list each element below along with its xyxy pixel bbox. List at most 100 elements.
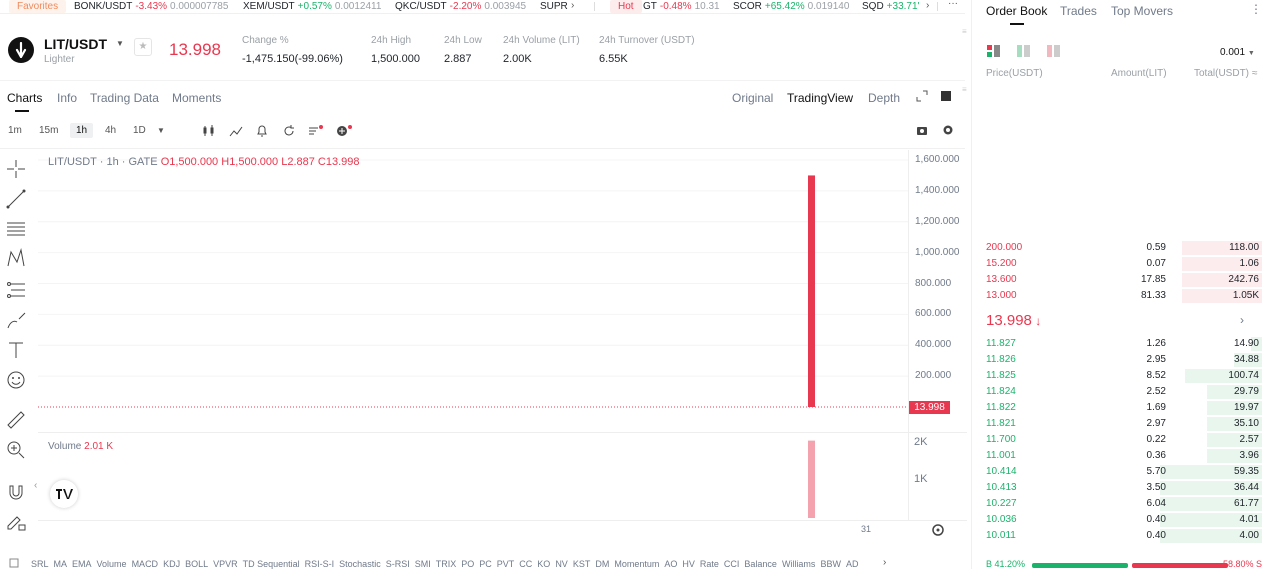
indicator-item[interactable]: Balance — [744, 559, 777, 569]
emoji-icon[interactable] — [5, 369, 27, 391]
indicator-item[interactable]: HV — [682, 559, 695, 569]
indicator-item[interactable]: NV — [555, 559, 568, 569]
fib-icon[interactable] — [5, 279, 27, 301]
bid-row[interactable]: 11.821 2.97 35.10 — [986, 416, 1262, 432]
indicator-item[interactable]: Williams — [782, 559, 816, 569]
candle-type-icon[interactable] — [202, 124, 216, 141]
indicator-item[interactable]: VPVR — [213, 559, 238, 569]
ticker-item[interactable]: SUPR — [540, 1, 571, 13]
expand-icon[interactable] — [916, 90, 928, 105]
templates-icon[interactable] — [308, 124, 324, 141]
tab-moments[interactable]: Moments — [172, 91, 221, 105]
chevron-right-icon[interactable]: › — [926, 0, 929, 11]
pair-symbol[interactable]: LIT/USDT — [44, 36, 107, 52]
indicator-item[interactable]: DM — [595, 559, 609, 569]
candle[interactable] — [808, 175, 815, 407]
indicator-menu-icon[interactable] — [9, 558, 19, 569]
ask-row[interactable]: 13.000 81.33 1.05K — [986, 288, 1262, 304]
chevron-right-icon[interactable]: › — [1240, 313, 1244, 327]
indicator-item[interactable]: PC — [479, 559, 492, 569]
ticker-item[interactable]: XEM/USDT +0.57% 0.0012411 — [243, 1, 381, 13]
ask-row[interactable]: 13.600 17.85 242.76 — [986, 272, 1262, 288]
hot-tab[interactable]: Hot — [610, 0, 642, 13]
lock-drawing-icon[interactable] — [5, 511, 27, 533]
bid-row[interactable]: 11.822 1.69 19.97 — [986, 400, 1262, 416]
pane-divider[interactable] — [38, 432, 967, 433]
indicator-item[interactable]: Momentum — [614, 559, 659, 569]
ruler-icon[interactable] — [5, 409, 27, 431]
indicator-item[interactable]: SRL — [31, 559, 49, 569]
indicator-item[interactable]: Rate — [700, 559, 719, 569]
indicator-item[interactable]: PVT — [497, 559, 515, 569]
bid-row[interactable]: 10.011 0.40 4.00 — [986, 528, 1262, 544]
gear-icon[interactable] — [931, 523, 945, 540]
indicator-item[interactable]: BOLL — [185, 559, 208, 569]
indicator-item[interactable]: CCI — [724, 559, 740, 569]
tab-order-book[interactable]: Order Book — [986, 4, 1047, 18]
indicator-item[interactable]: MACD — [132, 559, 159, 569]
bid-row[interactable]: 11.001 0.36 3.96 — [986, 448, 1262, 464]
precision-select[interactable]: 0.001 ▼ — [1220, 47, 1255, 58]
asks-only-icon[interactable] — [1047, 45, 1061, 57]
favorites-tab[interactable]: Favorites — [9, 0, 67, 13]
horizontal-lines-icon[interactable] — [5, 218, 27, 240]
indicator-item[interactable]: TD Sequential — [243, 559, 300, 569]
volume-bar[interactable] — [808, 440, 815, 518]
text-icon[interactable] — [5, 339, 27, 361]
bid-row[interactable]: 10.036 0.40 4.01 — [986, 512, 1262, 528]
interval-1h[interactable]: 1h — [70, 123, 94, 138]
ticker-item[interactable]: SCOR +65.42% 0.019140 — [733, 1, 849, 13]
bid-row[interactable]: 11.700 0.22 2.57 — [986, 432, 1262, 448]
settings-add-icon[interactable] — [335, 123, 353, 142]
indicator-item[interactable]: MA — [54, 559, 68, 569]
indicator-item[interactable]: S-RSI — [386, 559, 410, 569]
gear-icon[interactable] — [942, 124, 954, 139]
indicator-item[interactable]: TRIX — [436, 559, 457, 569]
tab-trades[interactable]: Trades — [1060, 4, 1097, 18]
resize-handle[interactable]: ≡ — [962, 86, 968, 94]
tradingview-logo-icon[interactable] — [50, 480, 78, 508]
indicator-item[interactable]: EMA — [72, 559, 92, 569]
interval-15m[interactable]: 15m — [39, 125, 58, 136]
indicator-item[interactable]: AD — [846, 559, 859, 569]
indicator-item[interactable]: Volume — [97, 559, 127, 569]
view-tradingview[interactable]: TradingView — [787, 91, 853, 105]
bid-row[interactable]: 11.826 2.95 34.88 — [986, 352, 1262, 368]
chevron-right-icon[interactable]: › — [883, 557, 886, 568]
ticker-item[interactable]: GT -0.48% 10.31 — [643, 1, 720, 13]
ticker-item[interactable]: QKC/USDT -2.20% 0.003945 — [395, 1, 526, 13]
brush-icon[interactable] — [5, 309, 27, 331]
caret-down-icon[interactable]: ▼ — [157, 126, 165, 135]
favorite-star-icon[interactable]: ★ — [134, 38, 152, 56]
crosshair-icon[interactable] — [5, 158, 27, 180]
indicator-item[interactable]: BBW — [820, 559, 841, 569]
bid-row[interactable]: 10.414 5.70 59.35 — [986, 464, 1262, 480]
more-vertical-icon[interactable]: ⋮ — [1250, 2, 1262, 16]
replay-icon[interactable] — [282, 124, 296, 141]
camera-icon[interactable] — [916, 124, 928, 139]
indicator-item[interactable]: KDJ — [163, 559, 180, 569]
indicator-item[interactable]: KO — [537, 559, 550, 569]
bid-row[interactable]: 11.824 2.52 29.79 — [986, 384, 1262, 400]
ticker-item[interactable]: BONK/USDT -3.43% 0.000007785 — [74, 1, 228, 13]
caret-down-icon[interactable]: ▼ — [116, 39, 124, 48]
pattern-icon[interactable] — [5, 248, 27, 270]
price-chart[interactable] — [38, 150, 910, 520]
indicator-item[interactable]: PO — [461, 559, 474, 569]
both-sides-icon[interactable] — [987, 45, 1001, 57]
indicator-item[interactable]: RSI-S-I — [305, 559, 335, 569]
chevron-right-icon[interactable]: › — [571, 0, 574, 11]
indicator-item[interactable]: AO — [664, 559, 677, 569]
tab-charts[interactable]: Charts — [7, 91, 42, 105]
bid-row[interactable]: 10.413 3.50 36.44 — [986, 480, 1262, 496]
view-original[interactable]: Original — [732, 91, 773, 105]
bid-row[interactable]: 11.827 1.26 14.90 — [986, 336, 1262, 352]
interval-1d[interactable]: 1D — [133, 125, 146, 136]
price-scale[interactable]: 1,600.000 1,400.000 1,200.000 1,000.000 800.… — [909, 150, 967, 434]
indicator-item[interactable]: Stochastic — [339, 559, 381, 569]
sort-icon[interactable]: ≈ — [1252, 68, 1258, 79]
ask-row[interactable]: 200.000 0.59 118.00 — [986, 240, 1262, 256]
view-depth[interactable]: Depth — [868, 91, 900, 105]
bid-row[interactable]: 11.825 8.52 100.74 — [986, 368, 1262, 384]
indicator-item[interactable]: SMI — [415, 559, 431, 569]
